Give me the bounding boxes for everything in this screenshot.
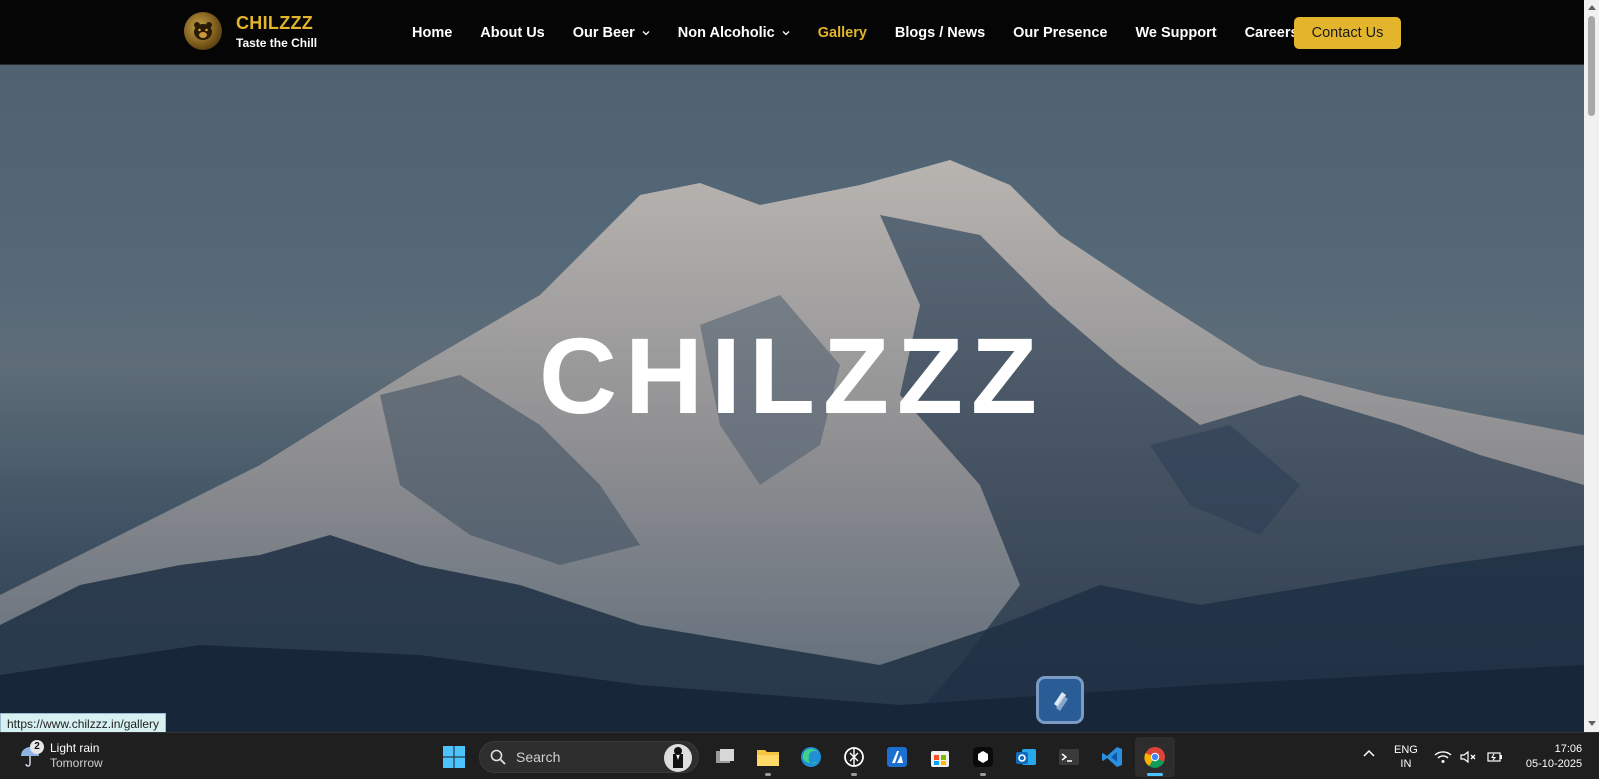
weather-widget[interactable]: 2 Light rain Tomorrow bbox=[18, 740, 103, 771]
scroll-up-arrow-icon[interactable] bbox=[1588, 5, 1596, 10]
clock-date: 05-10-2025 bbox=[1525, 757, 1583, 770]
floating-app-widget-icon[interactable] bbox=[1036, 676, 1084, 724]
store-icon[interactable] bbox=[920, 737, 960, 777]
system-tray: ENG IN 17:06 05-10-2025 bbox=[1362, 733, 1582, 779]
language-indicator[interactable]: ENG IN bbox=[1394, 743, 1418, 771]
weather-condition: Light rain bbox=[50, 741, 100, 755]
hero-section: CHILZZZ bbox=[0, 65, 1584, 732]
taskbar-apps: Search bbox=[434, 737, 1178, 777]
task-view-icon[interactable] bbox=[705, 737, 745, 777]
start-icon[interactable] bbox=[434, 737, 474, 777]
search-highlight-icon bbox=[664, 744, 692, 772]
site-header: CHILZZZ Taste the Chill Home About Us Ou… bbox=[0, 0, 1584, 65]
nav-gallery[interactable]: Gallery bbox=[818, 25, 867, 41]
umbrella-rain-icon: 2 bbox=[18, 740, 44, 768]
clock-time: 17:06 bbox=[1554, 742, 1583, 755]
wifi-icon[interactable] bbox=[1434, 750, 1452, 764]
nav-home[interactable]: Home bbox=[412, 25, 452, 41]
brand-name: CHILZZZ bbox=[236, 12, 314, 33]
chevron-down-icon bbox=[782, 30, 790, 35]
file-explorer-icon[interactable] bbox=[748, 737, 788, 777]
edge-icon[interactable] bbox=[791, 737, 831, 777]
hero-title: CHILZZZ bbox=[539, 315, 1045, 436]
chatgpt-icon[interactable] bbox=[834, 737, 874, 777]
volume-muted-icon[interactable] bbox=[1460, 750, 1478, 764]
weather-badge: 2 bbox=[30, 740, 44, 754]
bear-logo-icon bbox=[184, 12, 222, 50]
link-status-url: https://www.chilzzz.in/gallery bbox=[0, 713, 167, 733]
search-icon bbox=[490, 749, 506, 765]
nav-careers[interactable]: Careers bbox=[1245, 25, 1299, 41]
page-scrollbar[interactable] bbox=[1584, 0, 1599, 732]
nav-about-us[interactable]: About Us bbox=[480, 25, 544, 41]
vscode-icon[interactable] bbox=[1092, 737, 1132, 777]
box-app-icon[interactable] bbox=[963, 737, 1003, 777]
nav-blogs-news[interactable]: Blogs / News bbox=[895, 25, 985, 41]
chrome-icon[interactable] bbox=[1135, 737, 1175, 777]
brand-tagline: Taste the Chill bbox=[236, 35, 318, 50]
brand-link[interactable]: CHILZZZ Taste the Chill bbox=[184, 12, 317, 50]
chevron-down-icon bbox=[642, 30, 650, 35]
search-placeholder: Search bbox=[516, 749, 561, 765]
windows-taskbar: 2 Light rain Tomorrow Search ENG IN 17:0… bbox=[0, 732, 1599, 779]
nav-non-alcoholic[interactable]: Non Alcoholic bbox=[678, 25, 790, 41]
terminal-icon[interactable] bbox=[1049, 737, 1089, 777]
nav-our-presence[interactable]: Our Presence bbox=[1013, 25, 1107, 41]
battery-charging-icon[interactable] bbox=[1486, 750, 1504, 764]
taskbar-search-box[interactable]: Search bbox=[479, 741, 699, 773]
nav-our-beer[interactable]: Our Beer bbox=[573, 25, 650, 41]
show-hidden-icons-chevron-icon[interactable] bbox=[1362, 747, 1376, 766]
weather-when: Tomorrow bbox=[50, 756, 103, 770]
contact-us-button[interactable]: Contact Us bbox=[1294, 17, 1401, 49]
outlook-icon[interactable] bbox=[1006, 737, 1046, 777]
system-clock[interactable]: 17:06 05-10-2025 bbox=[1526, 742, 1582, 772]
scroll-thumb[interactable] bbox=[1588, 16, 1595, 116]
scroll-down-arrow-icon[interactable] bbox=[1588, 721, 1596, 726]
azure-icon[interactable] bbox=[877, 737, 917, 777]
nav-we-support[interactable]: We Support bbox=[1135, 25, 1216, 41]
main-nav: Home About Us Our Beer Non Alcoholic Gal… bbox=[412, 0, 1327, 65]
